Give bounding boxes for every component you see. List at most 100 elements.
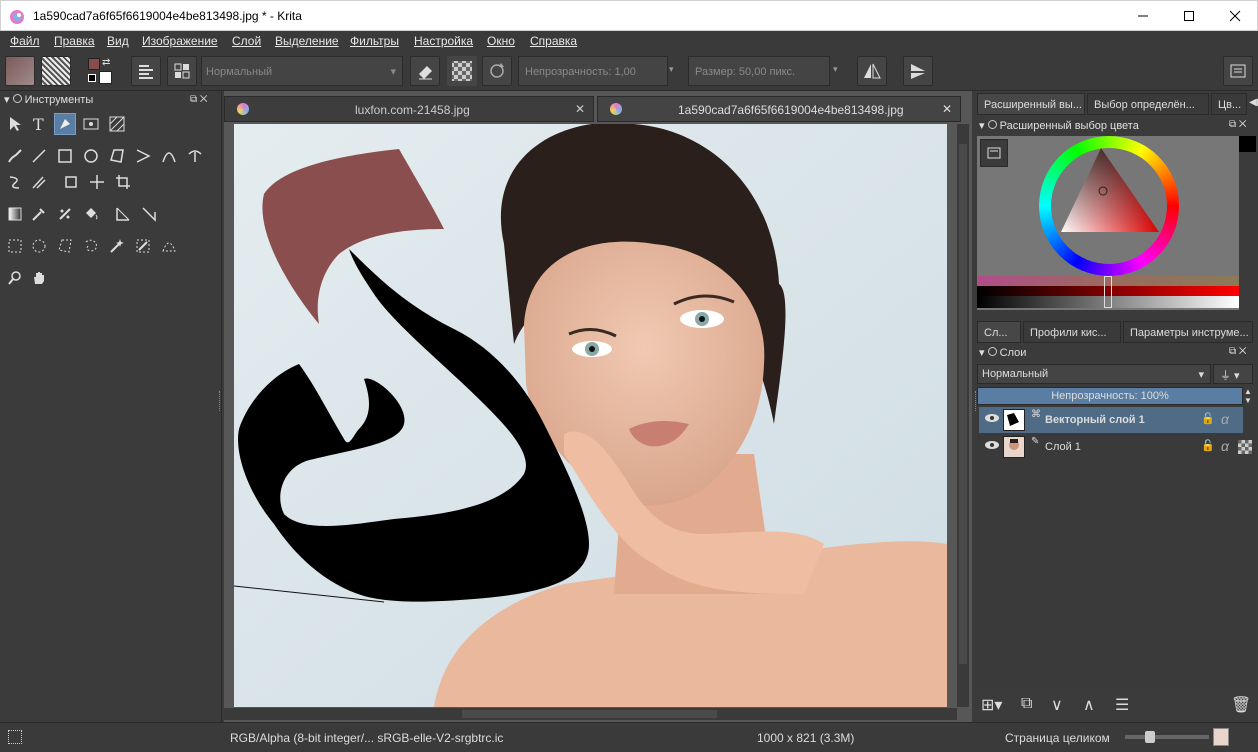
text-tool-icon[interactable]: T — [28, 113, 50, 135]
tab-document-1[interactable]: luxfon.com-21458.jpg ✕ — [224, 96, 594, 122]
delete-layer-icon[interactable]: 🗑 — [1231, 695, 1251, 715]
close-icon[interactable] — [1212, 1, 1258, 31]
maximize-icon[interactable] — [1166, 1, 1212, 31]
menu-layer[interactable]: Слой — [232, 34, 261, 48]
layer-row-paint[interactable]: ✎ Слой 1 🔓 α — [979, 434, 1252, 460]
reset-colors-icon[interactable] — [88, 74, 96, 82]
mirror-horizontal-icon[interactable] — [857, 56, 887, 86]
selection-status-icon[interactable] — [8, 730, 22, 744]
eraser-icon[interactable] — [410, 56, 440, 86]
close-tab-icon[interactable]: ✕ — [575, 102, 585, 116]
opacity-slider[interactable]: Непрозрачность: 1,00 — [518, 56, 668, 86]
magic-wand-icon[interactable] — [106, 235, 128, 257]
blend-mode-select[interactable]: Нормальный ▾ — [201, 56, 403, 86]
tab-layers[interactable]: Сл... — [977, 321, 1021, 343]
image-canvas[interactable] — [234, 124, 947, 707]
tab-brush-presets[interactable]: Профили кис... — [1023, 321, 1121, 343]
tab-document-2[interactable]: 1a590cad7a6f65f6619004e4be813498.jpg ✕ — [597, 96, 961, 122]
float-docker-icon[interactable]: ⧉ ✕ — [190, 94, 208, 105]
crop-tool-icon[interactable] — [112, 171, 134, 193]
color-selector-settings-icon[interactable] — [980, 139, 1008, 167]
pattern-edit-icon[interactable] — [106, 113, 128, 135]
alpha-lock-icon[interactable]: α — [1221, 411, 1229, 427]
smart-patch-icon[interactable] — [54, 203, 76, 225]
background-color-swatch[interactable] — [99, 71, 112, 84]
saturation-value-triangle[interactable] — [1039, 136, 1179, 276]
dynamic-brush-icon[interactable] — [4, 171, 26, 193]
alpha-lock-icon[interactable]: α — [1221, 438, 1229, 454]
rectangle-tool-icon[interactable] — [54, 145, 76, 167]
vertical-scrollbar-thumb[interactable] — [959, 144, 967, 664]
layer-properties-icon[interactable]: ☰ — [1115, 695, 1129, 715]
polygon-tool-icon[interactable] — [106, 145, 128, 167]
layer-opacity-slider[interactable]: Непрозрачность: 100% — [977, 387, 1243, 405]
menu-file[interactable]: Файл — [10, 34, 40, 48]
pan-tool-icon[interactable] — [28, 267, 50, 289]
panel-splitter[interactable] — [219, 391, 222, 411]
add-layer-icon[interactable]: ⊞▾ — [981, 695, 1002, 715]
calligraphy-pen-icon[interactable] — [54, 113, 76, 135]
move-tool-icon[interactable] — [86, 171, 108, 193]
float-docker-icon[interactable]: ⧉ ✕ — [1229, 119, 1247, 130]
tab-tool-options[interactable]: Параметры инструме... — [1123, 321, 1253, 343]
duplicate-layer-icon[interactable]: ⧉ — [1021, 695, 1032, 713]
color-swatches[interactable]: ⇄ — [86, 56, 116, 86]
brush-presets-icon[interactable] — [167, 56, 197, 86]
zoom-tool-icon[interactable] — [4, 267, 26, 289]
rect-select-icon[interactable] — [4, 235, 26, 257]
swap-colors-icon[interactable]: ⇄ — [102, 57, 110, 68]
canvas-preview-icon[interactable] — [1213, 728, 1229, 746]
inherit-alpha-icon[interactable] — [1238, 440, 1252, 454]
menu-image[interactable]: Изображение — [142, 34, 218, 48]
minimize-icon[interactable] — [1120, 1, 1166, 31]
color-selector-widget[interactable] — [977, 136, 1239, 310]
tab-advanced-color[interactable]: Расширенный вы... — [977, 93, 1085, 115]
measure-tool-icon[interactable] — [112, 203, 134, 225]
tab-color-other[interactable]: Цв... — [1211, 93, 1247, 115]
menu-select[interactable]: Выделение — [275, 34, 339, 48]
size-slider[interactable]: Размер: 50,00 пикс. — [688, 56, 830, 86]
layer-name[interactable]: Векторный слой 1 — [1045, 414, 1145, 426]
polygon-select-icon[interactable] — [54, 235, 76, 257]
menu-edit[interactable]: Правка — [54, 34, 95, 48]
move-layer-down-icon[interactable]: ∨ — [1051, 695, 1063, 715]
select-shapes-icon[interactable] — [4, 113, 26, 135]
edit-shapes-icon[interactable] — [80, 113, 102, 135]
foreground-color-swatch[interactable] — [88, 58, 100, 70]
mirror-vertical-icon[interactable] — [903, 56, 933, 86]
move-layer-up-icon[interactable]: ∧ — [1083, 695, 1095, 715]
bezier-select-icon[interactable] — [158, 235, 180, 257]
layer-blend-mode-select[interactable]: Нормальный ▾ — [977, 364, 1211, 384]
close-tab-icon[interactable]: ✕ — [942, 102, 952, 116]
polyline-tool-icon[interactable] — [132, 145, 154, 167]
layer-row-vector[interactable]: ⌘ Векторный слой 1 🔓 α — [979, 407, 1243, 433]
layer-filter-icon[interactable]: ⏚ ▾ — [1213, 364, 1253, 384]
canvas-artwork[interactable] — [234, 124, 947, 707]
similar-color-select-icon[interactable] — [132, 235, 154, 257]
menu-window[interactable]: Окно — [487, 34, 515, 48]
menu-settings[interactable]: Настройка — [414, 34, 473, 48]
menu-view[interactable]: Вид — [107, 34, 129, 48]
fill-tool-icon[interactable] — [80, 203, 102, 225]
color-swatch-black[interactable] — [1239, 136, 1256, 152]
tab-specific-color[interactable]: Выбор определён... — [1087, 93, 1209, 115]
opacity-spinner[interactable]: ▲ ▼ — [1244, 387, 1252, 405]
zoom-slider[interactable] — [1125, 731, 1209, 743]
vertical-scrollbar[interactable] — [957, 124, 969, 707]
zoom-slider-handle[interactable] — [1145, 731, 1155, 743]
color-picker-icon[interactable] — [28, 203, 50, 225]
freehand-brush-icon[interactable] — [4, 145, 26, 167]
tabs-scroll-icon[interactable]: ◀▶ — [1249, 97, 1258, 108]
horizontal-scrollbar-thumb[interactable] — [462, 710, 717, 718]
reload-preset-icon[interactable] — [482, 56, 512, 86]
menu-help[interactable]: Справка — [530, 34, 577, 48]
line-tool-icon[interactable] — [28, 145, 50, 167]
zoom-mode-label[interactable]: Страница целиком — [1005, 731, 1110, 745]
preserve-alpha-icon[interactable] — [447, 56, 477, 86]
horizontal-scrollbar[interactable] — [224, 708, 957, 720]
transform-tool-icon[interactable] — [60, 171, 82, 193]
docker-menu-icon[interactable] — [1223, 56, 1253, 86]
brush-editor-icon[interactable] — [131, 56, 161, 86]
bezier-tool-icon[interactable] — [158, 145, 180, 167]
chevron-down-icon[interactable]: ▾ — [669, 64, 674, 75]
